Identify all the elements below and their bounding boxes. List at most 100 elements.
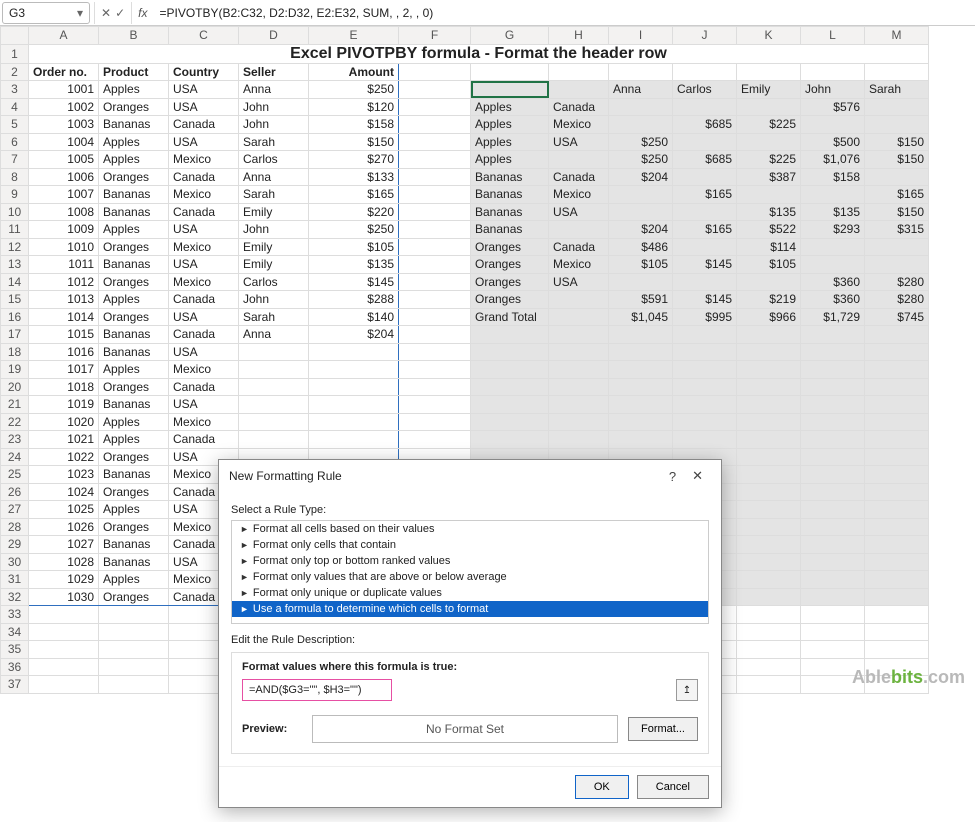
row-header[interactable]: 7 [1,151,29,169]
cell[interactable]: $220 [309,203,399,221]
cell[interactable]: Bananas [99,466,169,484]
cell[interactable] [673,378,737,396]
cell[interactable]: Emily [239,256,309,274]
cell[interactable] [737,133,801,151]
cell[interactable] [471,396,549,414]
cell[interactable]: John [239,221,309,239]
cell[interactable] [399,308,471,326]
cell[interactable]: USA [169,221,239,239]
cell[interactable]: $315 [865,221,929,239]
cell[interactable]: USA [549,273,609,291]
cell[interactable]: $158 [309,116,399,134]
rule-type-item[interactable]: ►Format only unique or duplicate values [232,585,708,601]
cell[interactable] [549,396,609,414]
column-header-G[interactable]: G [471,27,549,45]
cell[interactable]: Oranges [99,448,169,466]
cell[interactable]: $1,076 [801,151,865,169]
cell[interactable] [471,378,549,396]
cell[interactable] [471,361,549,379]
cell[interactable]: $1,729 [801,308,865,326]
name-box[interactable]: G3 ▾ [2,2,90,24]
cell[interactable]: Anna [239,326,309,344]
cell[interactable] [801,553,865,571]
cell[interactable]: $293 [801,221,865,239]
cell[interactable] [865,606,929,624]
cell[interactable] [309,413,399,431]
cell[interactable] [673,343,737,361]
cell[interactable] [609,413,673,431]
cell[interactable]: 1020 [29,413,99,431]
close-icon[interactable]: ✕ [684,468,711,484]
cell[interactable]: John [239,291,309,309]
cell[interactable]: USA [169,81,239,99]
cell[interactable]: Apples [471,98,549,116]
cell[interactable]: 1003 [29,116,99,134]
cell[interactable] [801,326,865,344]
cell[interactable] [99,623,169,641]
row-header[interactable]: 24 [1,448,29,466]
cell[interactable]: Anna [609,81,673,99]
cell[interactable] [399,168,471,186]
cell[interactable]: $145 [673,291,737,309]
cell[interactable] [29,606,99,624]
cell[interactable] [865,501,929,519]
cell[interactable]: $995 [673,308,737,326]
column-header-F[interactable]: F [399,27,471,45]
cell[interactable] [865,641,929,659]
cell[interactable] [549,343,609,361]
cell[interactable]: Bananas [99,553,169,571]
cell[interactable] [549,291,609,309]
cell[interactable]: $280 [865,291,929,309]
cell[interactable]: Carlos [239,273,309,291]
cell[interactable] [399,98,471,116]
column-header-K[interactable]: K [737,27,801,45]
cell[interactable]: John [239,116,309,134]
cell[interactable]: Apples [99,151,169,169]
cell[interactable]: USA [169,308,239,326]
column-header-B[interactable]: B [99,27,169,45]
cell[interactable] [609,431,673,449]
cell[interactable] [399,413,471,431]
cell[interactable]: $522 [737,221,801,239]
cell[interactable] [865,238,929,256]
cell[interactable] [801,588,865,606]
cell[interactable] [737,501,801,519]
cancel-button[interactable]: Cancel [637,775,709,799]
cell[interactable] [737,63,801,81]
cell[interactable]: Apples [99,291,169,309]
cell[interactable] [309,431,399,449]
cell[interactable]: Mexico [169,238,239,256]
cell[interactable] [801,606,865,624]
cell[interactable]: 1012 [29,273,99,291]
cell[interactable] [737,571,801,589]
column-header-L[interactable]: L [801,27,865,45]
cell[interactable]: $165 [309,186,399,204]
cell[interactable]: Oranges [99,98,169,116]
cell[interactable] [399,81,471,99]
cell[interactable]: Bananas [99,203,169,221]
column-header-E[interactable]: E [309,27,399,45]
cell[interactable]: $133 [309,168,399,186]
cell[interactable] [801,536,865,554]
cell[interactable]: $204 [609,168,673,186]
cell[interactable]: $165 [865,186,929,204]
cell[interactable] [399,273,471,291]
cell[interactable] [239,378,309,396]
cell[interactable]: Canada [169,431,239,449]
cell[interactable] [737,273,801,291]
cell[interactable]: 1007 [29,186,99,204]
cell[interactable] [801,361,865,379]
cell[interactable] [399,256,471,274]
row-header[interactable]: 37 [1,676,29,694]
cell[interactable] [865,63,929,81]
cell[interactable]: Oranges [99,588,169,606]
cell[interactable] [865,536,929,554]
cell[interactable] [737,483,801,501]
cell[interactable]: 1016 [29,343,99,361]
cell[interactable] [737,623,801,641]
cell[interactable]: $165 [673,221,737,239]
cell[interactable] [673,203,737,221]
cell[interactable] [309,343,399,361]
cell[interactable] [865,553,929,571]
cell[interactable] [609,186,673,204]
